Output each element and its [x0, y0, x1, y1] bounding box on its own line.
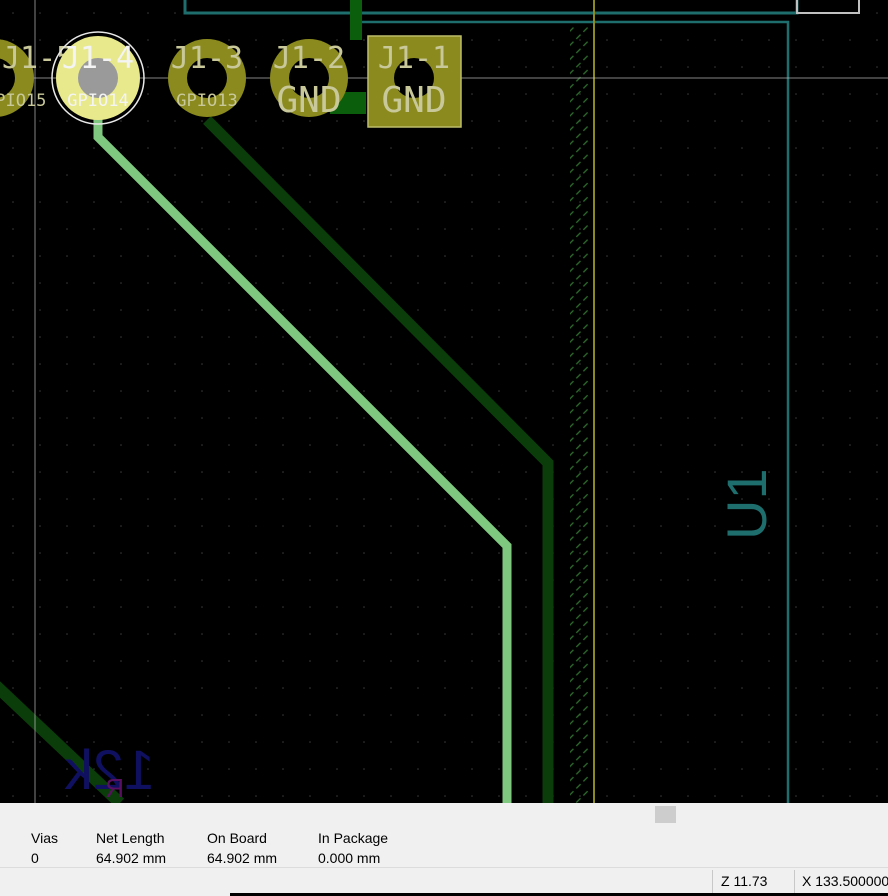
zoom-readout: Z 11.73 — [721, 873, 768, 889]
x-coordinate-readout: X 133.500000 — [802, 873, 888, 889]
pad-j1-4[interactable]: J1-4 GPIO14 — [51, 31, 145, 125]
pad-j1-1[interactable]: J1-1 GND — [367, 35, 462, 128]
status-separator — [712, 870, 713, 894]
status-bar: Z 11.73 X 133.500000 — [0, 868, 888, 896]
pad-net-j1-3: GPIO13 — [176, 91, 237, 111]
in-package-label: In Package — [318, 830, 389, 846]
net-length-label: Net Length — [96, 830, 165, 846]
horizontal-scrollbar[interactable] — [0, 803, 888, 825]
scrollbar-thumb[interactable] — [655, 806, 676, 823]
on-board-value: 64.902 mm — [207, 850, 278, 866]
pad-net-j1-1: GND — [381, 80, 446, 121]
vias-label: Vias — [31, 830, 58, 846]
pad-net-j1-5: GPIO15 — [0, 91, 46, 111]
pad-net-j1-4: GPIO14 — [67, 91, 128, 111]
on-board-label: On Board — [207, 830, 267, 846]
status-separator — [794, 870, 795, 894]
keepout-hatch — [570, 26, 590, 803]
pad-ref-j1-2: J1-2 — [273, 41, 345, 76]
vias-column: Vias 0 — [31, 829, 58, 867]
vias-value: 0 — [31, 850, 39, 866]
pad-ref-j1-3: J1-3 — [171, 41, 243, 76]
pcb-canvas[interactable]: J1-5 GPIO15 J1-4 GPIO14 J1-3 GPIO13 J1-2… — [0, 0, 888, 803]
pad-ref-j1-4: J1-4 — [62, 41, 134, 76]
u1-reference-label: U1 — [715, 468, 778, 540]
pad-j1-3[interactable]: J1-3 GPIO13 — [168, 39, 246, 117]
on-board-column: On Board 64.902 mm — [207, 829, 277, 867]
net-length-value: 64.902 mm — [96, 850, 167, 866]
net-info-panel: Vias 0 Net Length 64.902 mm On Board 64.… — [0, 825, 888, 868]
resistor-ref-label: R — [105, 773, 124, 803]
pad-ref-j1-1: J1-1 — [378, 41, 450, 76]
pad-j1-2[interactable]: J1-2 GND — [270, 39, 348, 121]
in-package-value: 0.000 mm — [318, 850, 381, 866]
pad-net-j1-2: GND — [276, 80, 341, 121]
net-length-column: Net Length 64.902 mm — [96, 829, 166, 867]
in-package-column: In Package 0.000 mm — [318, 829, 388, 867]
